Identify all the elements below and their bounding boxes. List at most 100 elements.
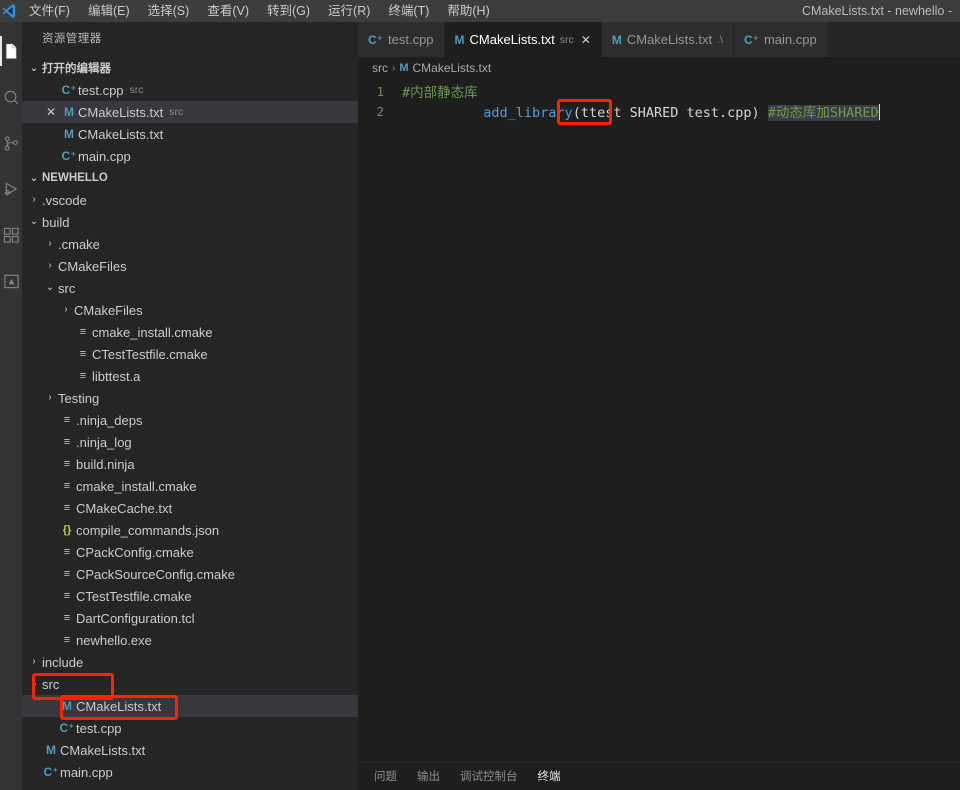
chevron-right-icon: ›	[392, 62, 396, 74]
tree-item-label: build	[42, 214, 70, 230]
tree-folder-row[interactable]: › CMakeFiles	[22, 299, 358, 321]
text-file-icon: ≡	[63, 634, 71, 646]
cpp-file-icon: C⁺	[59, 721, 75, 735]
open-editor-label: main.cpp	[78, 148, 131, 164]
breadcrumb-file[interactable]: CMakeLists.txt	[413, 61, 492, 75]
breadcrumb: src › M CMakeLists.txt	[358, 57, 960, 79]
cpp-file-icon: C⁺	[368, 32, 383, 47]
tree-folder-row[interactable]: ⌄ build	[22, 211, 358, 233]
open-editors-header[interactable]: ⌄ 打开的编辑器	[22, 57, 358, 79]
chevron-down-icon[interactable]: ⌄	[42, 277, 58, 299]
tree-item-label: include	[42, 654, 84, 670]
tree-item-label: build.ninja	[76, 456, 135, 472]
activity-run-debug-icon[interactable]	[0, 166, 22, 212]
open-editor-item[interactable]: ✕ M CMakeLists.txt src	[22, 101, 358, 123]
tree-file-row[interactable]: ≡ CTestTestfile.cmake	[22, 343, 358, 365]
project-header[interactable]: ⌄ NEWHELLO	[22, 167, 358, 189]
tab-bar-empty-space	[827, 22, 960, 57]
chevron-down-icon: ⌄	[29, 62, 39, 74]
tree-folder-row[interactable]: ⌄ src	[22, 277, 358, 299]
panel-tab[interactable]: 输出	[417, 763, 440, 790]
editor-tab[interactable]: C⁺ test.cpp	[358, 22, 445, 57]
editor-group: C⁺ test.cpp M CMakeLists.txt src ✕ M CMakeLists…	[358, 22, 960, 790]
close-icon[interactable]: ✕	[581, 33, 591, 47]
cpp-file-icon: C⁺	[61, 83, 77, 97]
text-file-icon: ≡	[63, 458, 71, 470]
menu-terminal[interactable]: 终端(T)	[379, 0, 438, 22]
menu-view[interactable]: 查看(V)	[198, 0, 258, 22]
tree-file-row[interactable]: M CMakeLists.txt	[22, 695, 358, 717]
tree-file-row[interactable]: ≡ CPackConfig.cmake	[22, 541, 358, 563]
line-number: 1	[376, 83, 384, 99]
tree-item-label: CTestTestfile.cmake	[92, 346, 208, 362]
tree-folder-row[interactable]: › CMakeFiles	[22, 255, 358, 277]
tree-file-row[interactable]: C⁺ main.cpp	[22, 761, 358, 783]
menu-bar: 文件(F) 编辑(E) 选择(S) 查看(V) 转到(G) 运行(R) 终端(T…	[20, 0, 499, 22]
panel-tab[interactable]: 问题	[374, 763, 397, 790]
tree-file-row[interactable]: ≡ CMakeCache.txt	[22, 497, 358, 519]
activity-search-icon[interactable]	[0, 74, 22, 120]
tree-item-label: CTestTestfile.cmake	[76, 588, 192, 604]
tree-item-label: .cmake	[58, 236, 100, 252]
menu-selection[interactable]: 选择(S)	[139, 0, 199, 22]
tree-folder-row[interactable]: › Testing	[22, 387, 358, 409]
menu-file[interactable]: 文件(F)	[20, 0, 79, 22]
panel-tab[interactable]: 调试控制台	[460, 763, 518, 790]
tree-file-row[interactable]: ≡ build.ninja	[22, 453, 358, 475]
chevron-down-icon[interactable]: ⌄	[26, 211, 42, 233]
activity-extensions-icon[interactable]	[0, 212, 22, 258]
activity-explorer-icon[interactable]	[0, 28, 22, 74]
text-file-icon: ≡	[63, 590, 71, 602]
tree-file-row[interactable]: ≡ CTestTestfile.cmake	[22, 585, 358, 607]
activity-testing-icon[interactable]	[0, 258, 22, 304]
tree-folder-row[interactable]: › .vscode	[22, 189, 358, 211]
tree-file-row[interactable]: ≡ cmake_install.cmake	[22, 321, 358, 343]
tree-file-row[interactable]: ≡ .ninja_deps	[22, 409, 358, 431]
markdown-file-icon: M	[46, 743, 56, 757]
open-editor-item[interactable]: M CMakeLists.txt	[22, 123, 358, 145]
window-title: CMakeLists.txt - newhello -	[801, 4, 952, 18]
open-editor-label: CMakeLists.txt	[78, 104, 164, 120]
code-editor[interactable]: 1 #内部静态库 2 add_library(ttest SHARED test…	[358, 79, 960, 769]
code-line-2: 2 add_library(ttest SHARED test.cpp) #动态…	[358, 101, 960, 121]
open-editor-item[interactable]: C⁺ test.cpp src	[22, 79, 358, 101]
tree-file-row[interactable]: ≡ libttest.a	[22, 365, 358, 387]
panel-tab[interactable]: 终端	[538, 763, 561, 790]
chevron-right-icon[interactable]: ›	[42, 255, 58, 277]
tree-file-row[interactable]: ≡ cmake_install.cmake	[22, 475, 358, 497]
tree-item-label: cmake_install.cmake	[92, 324, 213, 340]
chevron-right-icon[interactable]: ›	[42, 233, 58, 255]
tree-folder-row[interactable]: › .cmake	[22, 233, 358, 255]
text-file-icon: ≡	[63, 568, 71, 580]
tree-file-row[interactable]: ≡ CPackSourceConfig.cmake	[22, 563, 358, 585]
menu-edit[interactable]: 编辑(E)	[79, 0, 139, 22]
text-file-icon: ≡	[63, 502, 71, 514]
editor-tab-bar: C⁺ test.cpp M CMakeLists.txt src ✕ M CMakeLists…	[358, 22, 960, 57]
tree-file-row[interactable]: M CMakeLists.txt	[22, 739, 358, 761]
tree-file-row[interactable]: ≡ .ninja_log	[22, 431, 358, 453]
markdown-file-icon: M	[64, 127, 74, 141]
editor-tab[interactable]: M CMakeLists.txt src ✕	[444, 22, 602, 57]
chevron-right-icon[interactable]: ›	[42, 387, 58, 409]
tree-file-row[interactable]: C⁺ test.cpp	[22, 717, 358, 739]
tree-folder-row[interactable]: ⌄ src	[22, 673, 358, 695]
editor-tab-label: main.cpp	[763, 32, 817, 47]
editor-tab-desc: .\	[717, 33, 723, 46]
chevron-right-icon[interactable]: ›	[58, 299, 74, 321]
tree-file-row[interactable]: {} compile_commands.json	[22, 519, 358, 541]
menu-help[interactable]: 帮助(H)	[438, 0, 498, 22]
chevron-right-icon[interactable]: ›	[26, 189, 42, 211]
tree-file-row[interactable]: ≡ newhello.exe	[22, 629, 358, 651]
breadcrumb-folder[interactable]: src	[372, 61, 388, 75]
editor-tab[interactable]: C⁺ main.cpp	[733, 22, 828, 57]
editor-tab[interactable]: M CMakeLists.txt .\	[601, 22, 734, 57]
chevron-down-icon[interactable]: ⌄	[26, 673, 42, 695]
activity-source-control-icon[interactable]	[0, 120, 22, 166]
tree-folder-row[interactable]: › include	[22, 651, 358, 673]
tree-file-row[interactable]: ≡ DartConfiguration.tcl	[22, 607, 358, 629]
chevron-right-icon[interactable]: ›	[26, 651, 42, 673]
open-editor-item[interactable]: C⁺ main.cpp	[22, 145, 358, 167]
menu-run[interactable]: 运行(R)	[319, 0, 379, 22]
close-icon[interactable]: ✕	[42, 101, 60, 123]
menu-go[interactable]: 转到(G)	[258, 0, 319, 22]
